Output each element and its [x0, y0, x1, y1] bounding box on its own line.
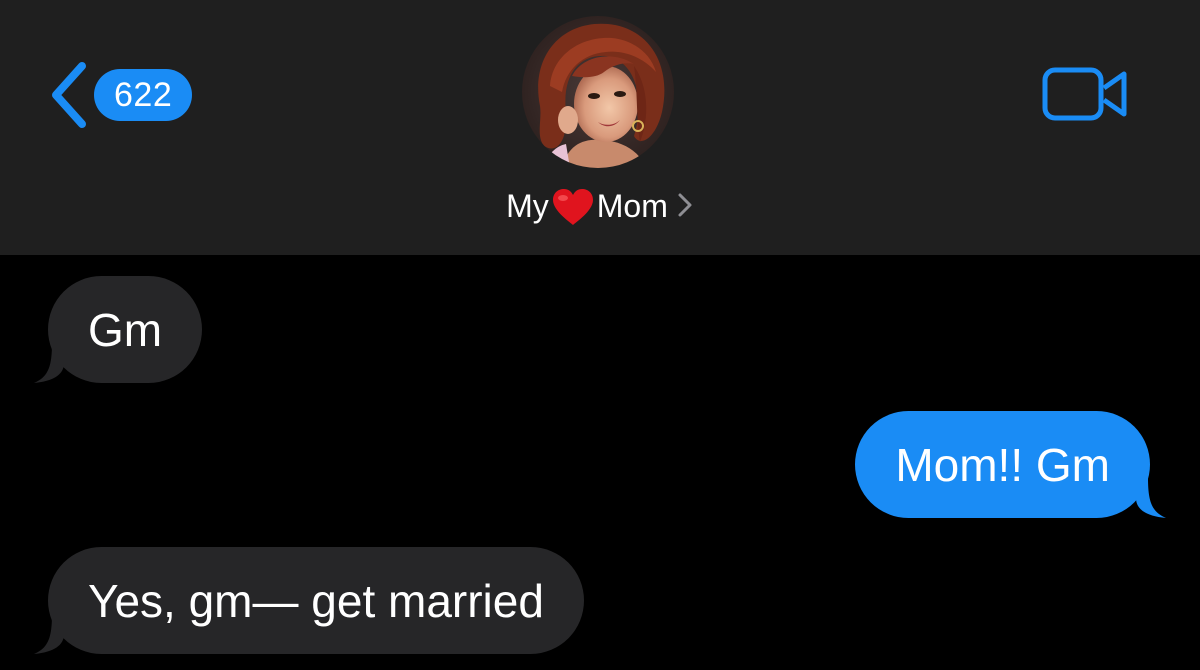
contact-name[interactable]: My Mom [0, 186, 1200, 227]
contact-avatar[interactable] [522, 16, 674, 168]
message-text: Yes, gm— get married [88, 575, 544, 627]
chevron-left-icon [52, 62, 86, 128]
video-camera-icon[interactable] [1042, 66, 1128, 122]
unread-count-badge: 622 [94, 69, 193, 121]
message-row: Yes, gm— get married [34, 547, 584, 654]
chevron-right-icon [678, 193, 692, 217]
message-row: Gm [34, 276, 203, 383]
avatar-photo [522, 16, 674, 168]
message-row: Mom!! Gm [855, 411, 1166, 518]
outgoing-message-bubble[interactable]: Mom!! Gm [855, 411, 1166, 518]
conversation-header: 622 My Mom [0, 0, 1200, 255]
heart-emoji-icon [552, 189, 593, 225]
contact-name-suffix: Mom [596, 188, 668, 224]
message-text: Gm [88, 304, 163, 356]
message-text: Mom!! Gm [895, 439, 1110, 491]
messages-screen: 622 My Mom Gm Mom!! Gm Yes, gm— get marr… [0, 0, 1200, 670]
contact-name-prefix: My [506, 188, 549, 224]
incoming-message-bubble[interactable]: Gm [34, 276, 203, 383]
back-button[interactable]: 622 [48, 60, 193, 130]
bubble-tail [1136, 478, 1166, 518]
bubble-tail [34, 343, 64, 383]
incoming-message-bubble[interactable]: Yes, gm— get married [34, 547, 584, 654]
bubble-tail [34, 614, 64, 654]
